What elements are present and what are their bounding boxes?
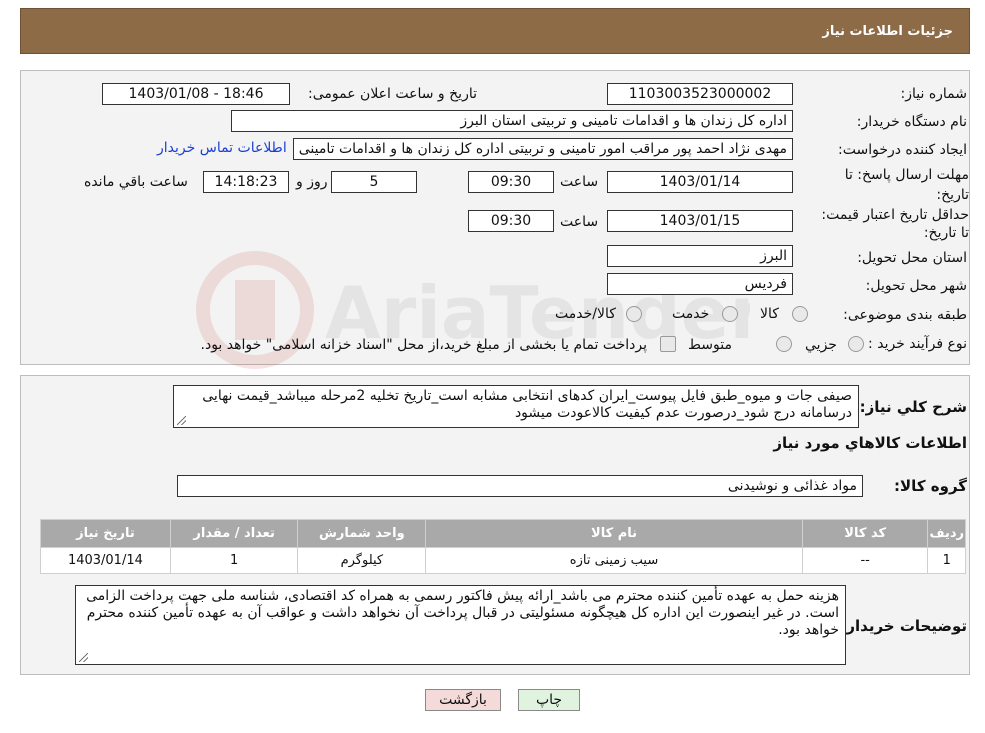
need-number-label: شماره نیاز: (900, 86, 968, 102)
announce-datetime-field: 1403/01/08 - 18:46 (102, 83, 290, 105)
col-unit: واحد شمارش (297, 519, 427, 548)
process-type-label: نوع فرآیند خرید : (868, 336, 967, 352)
treasury-payment-note: پرداخت تمام یا بخشی از مبلغ خرید،از محل … (200, 337, 647, 353)
process-medium-label: متوسط (688, 337, 732, 353)
reply-deadline-label: مهلت ارسال پاسخ: تا تاریخ: (819, 165, 969, 205)
requester-field: مهدی نژاد احمد پور مراقب امور تامینی و ت… (293, 138, 793, 160)
summary-text: صیفی جات و میوه_طبق فایل پیوست_ایران کده… (202, 388, 852, 421)
cell-code: -- (801, 547, 929, 574)
reply-time-label: ساعت (560, 174, 599, 190)
price-validity-label: حداقل تاریخ اعتبار قیمت: تا تاریخ: (809, 206, 969, 242)
price-time-field: 09:30 (468, 210, 554, 232)
process-medium-radio[interactable] (776, 336, 792, 352)
cell-quantity: 1 (169, 547, 299, 574)
category-goods-radio[interactable] (792, 306, 808, 322)
page-title: جزئیات اطلاعات نیاز (822, 24, 953, 39)
cell-unit: کیلوگرم (297, 547, 427, 574)
col-code: کد کالا (801, 519, 929, 548)
goods-table-header: رديف کد کالا نام کالا واحد شمارش تعداد /… (40, 519, 966, 548)
col-date: تاريخ نياز (40, 519, 171, 548)
buyer-notes-text: هزینه حمل به عهده تأمین کننده محترم می ب… (86, 588, 839, 638)
category-service-radio[interactable] (722, 306, 738, 322)
category-service-label: خدمت (672, 306, 710, 322)
resize-grip-icon[interactable] (79, 653, 88, 662)
buyer-org-label: نام دستگاه خریدار: (856, 114, 967, 130)
category-label: طبقه بندی موضوعی: (843, 307, 967, 323)
city-field: فردیس (607, 273, 793, 295)
cell-row: 1 (927, 547, 966, 574)
resize-grip-icon[interactable] (177, 416, 186, 425)
category-goods-label: کالا (760, 306, 779, 322)
requester-label: ایجاد کننده درخواست: (838, 142, 967, 158)
days-field: 5 (331, 171, 417, 193)
treasury-payment-checkbox[interactable] (660, 336, 676, 352)
goods-info-title: اطلاعات کالاهاي مورد نياز (773, 434, 967, 452)
announce-datetime-label: تاریخ و ساعت اعلان عمومی: (308, 86, 477, 102)
buyer-notes-label: توضیحات خریدار: (840, 617, 967, 635)
category-goods-service-label: کالا/خدمت (555, 306, 616, 322)
print-button[interactable]: چاپ (518, 689, 580, 711)
page-header: جزئیات اطلاعات نیاز (20, 8, 970, 54)
col-name: نام کالا (425, 519, 803, 548)
cell-date: 1403/01/14 (40, 547, 171, 574)
buyer-contact-link[interactable]: اطلاعات تماس خریدار (157, 140, 287, 156)
summary-textarea: صیفی جات و میوه_طبق فایل پیوست_ایران کده… (173, 385, 859, 428)
cell-name: سیب زمینی تازه (425, 547, 803, 574)
price-time-label: ساعت (560, 214, 599, 230)
province-field: البرز (607, 245, 793, 267)
buyer-notes-textarea: هزینه حمل به عهده تأمین کننده محترم می ب… (75, 585, 846, 665)
table-row: 1 -- سیب زمینی تازه کیلوگرم 1 1403/01/14 (40, 547, 966, 574)
days-label: روز و (296, 174, 328, 190)
reply-time-field: 09:30 (468, 171, 554, 193)
process-minor-radio[interactable] (848, 336, 864, 352)
remaining-time-field: 14:18:23 (203, 171, 289, 193)
buyer-org-field: اداره کل زندان ها و اقدامات تامینی و ترب… (231, 110, 793, 132)
reply-date-field: 1403/01/14 (607, 171, 793, 193)
city-label: شهر محل تحویل: (865, 278, 967, 294)
reply-deadline-text: مهلت ارسال پاسخ: تا تاریخ: (844, 167, 969, 203)
process-minor-label: جزيي (805, 337, 837, 353)
goods-group-label: گروه کالا: (894, 477, 967, 495)
price-date-field: 1403/01/15 (607, 210, 793, 232)
price-validity-text: حداقل تاریخ اعتبار قیمت: تا تاریخ: (821, 207, 969, 241)
province-label: استان محل تحویل: (857, 250, 967, 266)
col-row: رديف (927, 519, 966, 548)
summary-label: شرح کلي نياز: (859, 398, 967, 416)
goods-table: رديف کد کالا نام کالا واحد شمارش تعداد /… (40, 519, 966, 574)
back-button[interactable]: بازگشت (425, 689, 501, 711)
remaining-time-label: ساعت باقي مانده (84, 174, 188, 190)
need-number-field: 1103003523000002 (607, 83, 793, 105)
category-goods-service-radio[interactable] (626, 306, 642, 322)
goods-group-field: مواد غذائی و نوشیدنی (177, 475, 863, 497)
col-quantity: تعداد / مقدار (169, 519, 299, 548)
